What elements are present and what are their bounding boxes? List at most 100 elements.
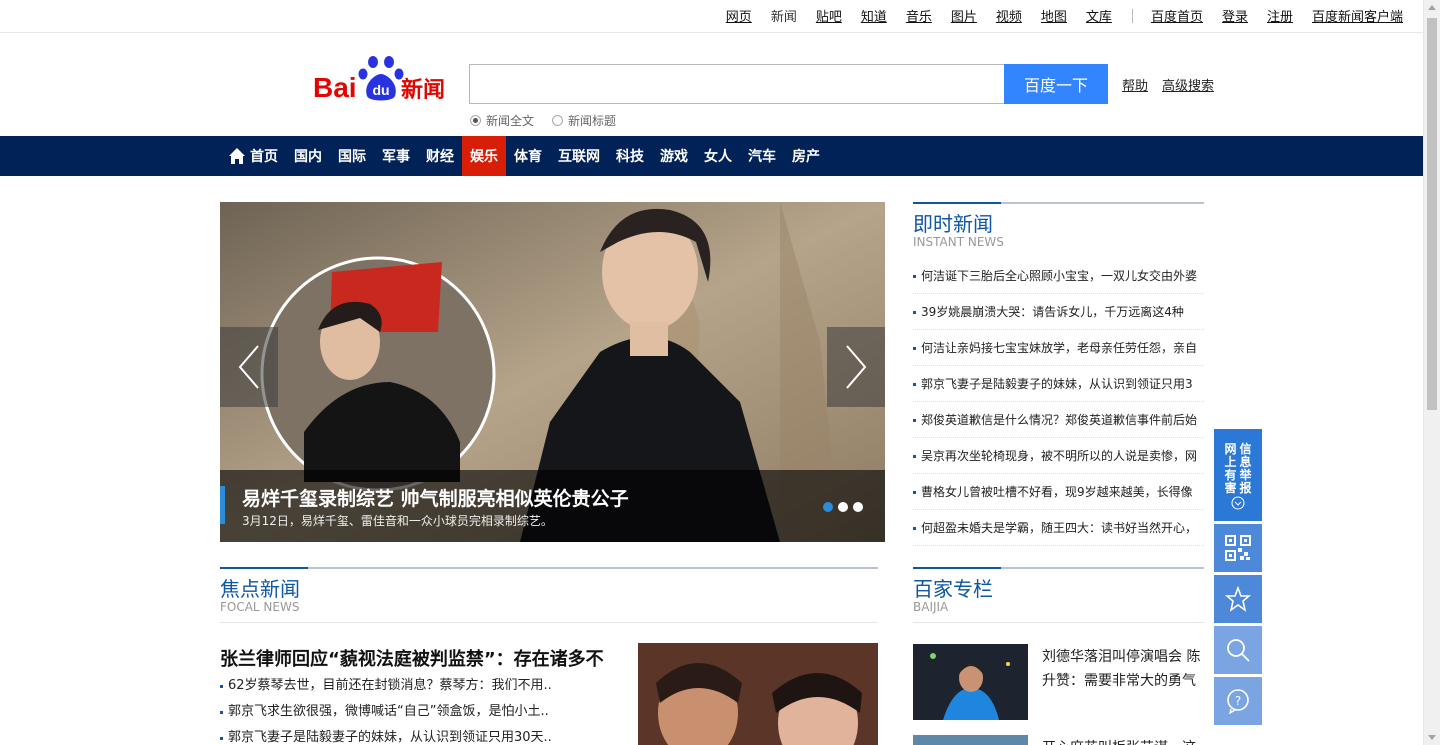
top-nav-divider [1131, 8, 1133, 23]
focal-news-list: 62岁蔡琴去世，目前还在封锁消息？蔡琴方：我们不用.. 郭京飞求生欲很强，微博喊… [220, 675, 600, 745]
channel-entertainment[interactable]: 娱乐 [462, 136, 506, 176]
baijia-section: 百家专栏 BAIJIA 刘德华落泪叫停演唱会 陈升赞：需要非常大的勇气 开心麻花… [913, 567, 1204, 745]
radio-title-only[interactable]: 新闻标题 [552, 112, 616, 129]
report-char: 上 [1224, 455, 1237, 469]
channel-realestate[interactable]: 房产 [784, 136, 828, 176]
page-scrollbar[interactable] [1423, 0, 1440, 745]
top-bar: 网页 新闻 贴吧 知道 音乐 图片 视频 地图 文库 百度首页 登录 注册 百度… [0, 0, 1423, 33]
register-link[interactable]: 注册 [1267, 6, 1293, 25]
channel-home[interactable]: 首页 [220, 136, 286, 176]
top-nav-map[interactable]: 地图 [1041, 6, 1067, 25]
report-char: 害 [1224, 481, 1237, 495]
baijia-item-link[interactable]: 刘德华落泪叫停演唱会 陈升赞：需要非常大的勇气 [1042, 645, 1204, 693]
channel-tech[interactable]: 科技 [608, 136, 652, 176]
search-button[interactable]: 百度一下 [1004, 64, 1108, 104]
headline-slider[interactable]: 易烊千玺录制综艺 帅气制服亮相似英伦贵公子 3月12日，易烊千玺、雷佳音和一众小… [220, 202, 885, 542]
report-char: 信 [1239, 442, 1252, 456]
question-bubble-icon: ? [1227, 689, 1249, 714]
help-link[interactable]: 帮助 [1122, 75, 1148, 94]
channel-finance[interactable]: 财经 [418, 136, 462, 176]
page: 网页 新闻 贴吧 知道 音乐 图片 视频 地图 文库 百度首页 登录 注册 百度… [0, 0, 1440, 745]
slider-dot[interactable] [823, 502, 833, 512]
login-link[interactable]: 登录 [1222, 6, 1248, 25]
channel-home-label: 首页 [250, 149, 278, 165]
top-nav-zhidao[interactable]: 知道 [861, 6, 887, 25]
search-icon [1227, 639, 1250, 662]
focal-news-section: 焦点新闻 FOCAL NEWS 张兰律师回应“藐视法庭被判监禁”：存在诸多不 6… [220, 567, 878, 745]
chevron-left-icon [238, 345, 259, 389]
instant-news-panel: 即时新闻 INSTANT NEWS 何洁诞下三胎后全心照顾小宝宝，一双儿女交由外… [913, 202, 1204, 546]
top-nav-images[interactable]: 图片 [951, 6, 977, 25]
instant-news-list: 何洁诞下三胎后全心照顾小宝宝，一双儿女交由外婆 39岁姚晨崩溃大哭：请告诉女儿，… [913, 258, 1204, 546]
list-item[interactable]: 何洁诞下三胎后全心照顾小宝宝，一双儿女交由外婆 [913, 258, 1204, 294]
baidu-home-link[interactable]: 百度首页 [1151, 6, 1203, 25]
list-item[interactable]: 何洁让亲妈接七宝宝妹放学，老母亲任劳任怨，亲自 [913, 330, 1204, 366]
slider-next-button[interactable] [827, 327, 885, 407]
report-char: 有 [1224, 468, 1237, 482]
baijia-image[interactable] [913, 735, 1028, 745]
list-item[interactable]: 郭京飞求生欲很强，微博喊话“自己”领盒饭，是怕小土.. [220, 701, 600, 727]
scroll-up-icon[interactable] [1428, 5, 1436, 10]
baidu-news-logo[interactable]: Bai du 新闻 [313, 52, 453, 104]
top-nav-news[interactable]: 新闻 [771, 6, 797, 25]
focal-news-title: 焦点新闻 [220, 577, 300, 601]
channel-internet[interactable]: 互联网 [550, 136, 608, 176]
qrcode-button[interactable] [1214, 524, 1262, 572]
news-client-link[interactable]: 百度新闻客户端 [1312, 6, 1403, 25]
report-harmful-button[interactable]: 网 信 上 息 有 举 害 报 [1214, 429, 1262, 521]
list-item[interactable]: 62岁蔡琴去世，目前还在封锁消息？蔡琴方：我们不用.. [220, 675, 600, 701]
slider-caption[interactable]: 易烊千玺录制综艺 帅气制服亮相似英伦贵公子 3月12日，易烊千玺、雷佳音和一众小… [220, 470, 885, 542]
focal-news-image[interactable] [638, 643, 878, 745]
focal-news-subtitle: FOCAL NEWS [220, 600, 300, 614]
slider-title[interactable]: 易烊千玺录制综艺 帅气制服亮相似英伦贵公子 [242, 484, 629, 511]
floating-toolbar: 网 信 上 息 有 举 害 报 ? [1214, 429, 1262, 728]
channel-auto[interactable]: 汽车 [740, 136, 784, 176]
top-nav-video[interactable]: 视频 [996, 6, 1022, 25]
slider-prev-button[interactable] [220, 327, 278, 407]
baijia-header: 百家专栏 BAIJIA [913, 567, 1204, 623]
list-item[interactable]: 郑俊英道歉信是什么情况？郑俊英道歉信事件前后始 [913, 402, 1204, 438]
channel-sports[interactable]: 体育 [506, 136, 550, 176]
slider-dot[interactable] [853, 502, 863, 512]
list-item[interactable]: 郭京飞妻子是陆毅妻子的妹妹，从认识到领证只用30天.. [220, 727, 600, 745]
caption-accent-bar [220, 486, 225, 524]
scroll-down-icon[interactable] [1428, 735, 1436, 740]
top-nav-music[interactable]: 音乐 [906, 6, 932, 25]
channel-military[interactable]: 军事 [374, 136, 418, 176]
radio-unchecked-icon [552, 115, 564, 126]
channel-women[interactable]: 女人 [696, 136, 740, 176]
top-nav-wenku[interactable]: 文库 [1086, 6, 1112, 25]
top-nav-tieba[interactable]: 贴吧 [816, 6, 842, 25]
report-char: 举 [1239, 468, 1252, 482]
radio-checked-icon [470, 115, 481, 126]
channel-games[interactable]: 游戏 [652, 136, 696, 176]
channel-domestic[interactable]: 国内 [286, 136, 330, 176]
instant-news-title: 即时新闻 [913, 212, 993, 236]
channel-international[interactable]: 国际 [330, 136, 374, 176]
baijia-title: 百家专栏 [913, 577, 993, 601]
search-input[interactable] [469, 64, 1005, 104]
report-label: 网 信 上 息 有 举 害 报 [1224, 440, 1253, 495]
list-item[interactable]: 曹格女儿曾被吐槽不好看，现9岁越来越美，长得像 [913, 474, 1204, 510]
slider-dot[interactable] [838, 502, 848, 512]
baijia-item-link[interactable]: 开心麻花叫板张艺谋，这 [1042, 737, 1196, 745]
list-item[interactable]: 吴京再次坐轮椅现身，被不明所以的人说是卖惨，网 [913, 438, 1204, 474]
top-nav-web[interactable]: 网页 [726, 6, 752, 25]
favorite-button[interactable] [1214, 575, 1262, 623]
home-icon [229, 148, 245, 164]
focal-news-header: 焦点新闻 FOCAL NEWS [220, 567, 878, 623]
scrollbar-thumb[interactable] [1427, 18, 1437, 410]
advanced-search-link[interactable]: 高级搜索 [1162, 75, 1214, 94]
list-item[interactable]: 何超盈未婚夫是学霸，随王四大：读书好当然开心， [913, 510, 1204, 546]
logo-du-text: du [372, 82, 389, 98]
baijia-subtitle: BAIJIA [913, 600, 949, 614]
help-float-button[interactable]: ? [1214, 677, 1262, 725]
list-item[interactable]: 郭京飞妻子是陆毅妻子的妹妹，从认识到领证只用3 [913, 366, 1204, 402]
list-item[interactable]: 39岁姚晨崩溃大哭：请告诉女儿，千万远离这4种 [913, 294, 1204, 330]
baijia-image[interactable] [913, 644, 1028, 720]
search-float-button[interactable] [1214, 626, 1262, 674]
star-icon [1225, 586, 1251, 612]
slider-dots [818, 502, 863, 512]
focal-headline[interactable]: 张兰律师回应“藐视法庭被判监禁”：存在诸多不 [220, 645, 604, 671]
radio-full-text[interactable]: 新闻全文 [470, 112, 534, 129]
